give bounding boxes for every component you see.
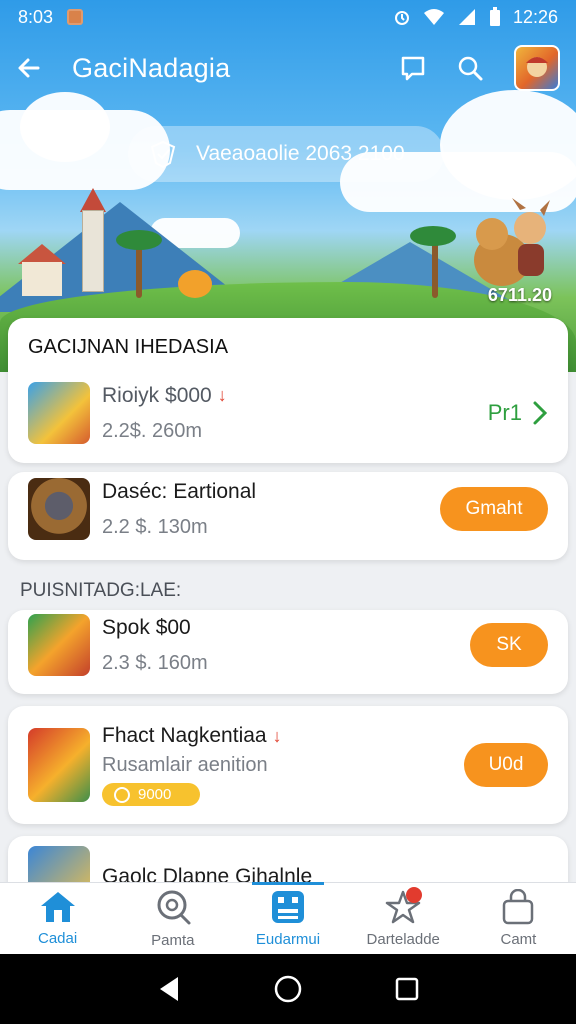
status-time-left: 8:03 xyxy=(18,6,54,27)
mascot-illustration xyxy=(474,198,550,286)
list-item[interactable]: Spok $00 2.3 $. 160m SK xyxy=(28,614,548,676)
status-time-right: 12:26 xyxy=(512,6,558,27)
list-card: Daséc: Eartional 2.2 $. 130m Gmaht xyxy=(8,472,568,560)
nav-item-cart[interactable]: Camt xyxy=(461,883,576,954)
chevron-right-icon xyxy=(533,401,548,425)
nav-label: Camt xyxy=(500,931,537,948)
nav-active-indicator xyxy=(252,882,324,885)
nav-item-favorites[interactable]: Darteladde xyxy=(346,883,461,954)
list-card: Spok $00 2.3 $. 160m SK xyxy=(8,610,568,694)
item-action-button[interactable]: SK xyxy=(470,623,548,667)
nav-label: Cadai xyxy=(38,930,78,947)
avatar[interactable] xyxy=(514,45,560,91)
list-item[interactable]: Fhact Nagkentiaa ↓ Rusamlair aenition 900… xyxy=(28,724,548,806)
notification-badge xyxy=(405,887,422,903)
alarm-icon xyxy=(394,11,409,25)
hero-search-pill[interactable]: Vaeaoaolie 2063 2100 xyxy=(128,126,444,182)
back-triangle-icon[interactable] xyxy=(156,975,182,1003)
hero-tag: 6711.20 xyxy=(487,285,552,305)
game-thumbnail xyxy=(28,614,90,676)
nav-label: Pamta xyxy=(151,932,195,949)
item-name: Fhact Nagkentiaa xyxy=(102,724,267,747)
search-nav-icon xyxy=(157,890,191,925)
recents-square-icon[interactable] xyxy=(394,976,420,1002)
nav-label: Eudarmui xyxy=(255,931,321,948)
app-bar: GaciNadagia xyxy=(0,40,576,96)
signal-icon xyxy=(458,9,475,25)
home-icon xyxy=(40,892,75,922)
app-title: GaciNadagia xyxy=(72,52,231,83)
item-action-button[interactable]: Gmaht xyxy=(440,487,548,531)
item-sub: 2.2$. 260m xyxy=(102,419,203,442)
item-link-label: Pr1 xyxy=(487,400,522,425)
down-arrow-icon: ↓ xyxy=(272,725,282,746)
down-arrow-icon: ↓ xyxy=(217,385,227,405)
item-link[interactable]: Pr1 xyxy=(488,400,548,426)
item-name: Spok $00 xyxy=(102,615,191,639)
coin-badge: 9000 xyxy=(102,783,200,806)
coin-badge-value: 9000 xyxy=(138,786,172,803)
coin-icon xyxy=(114,786,130,803)
status-bar: 8:03 12:26 xyxy=(0,0,576,34)
section-header-featured: GACIJNAN IHEDASIA xyxy=(28,336,229,358)
list-item[interactable]: Daséc: Eartional 2.2 $. 130m Gmaht xyxy=(28,478,548,540)
item-name: Daséc: Eartional xyxy=(102,479,257,503)
item-action-button[interactable]: U0d xyxy=(464,743,548,787)
bottom-navigation: Cadai Pamta Eudarmui Darteladde Camt xyxy=(0,882,576,954)
list-card: Fhact Nagkentiaa ↓ Rusamlair aenition 900… xyxy=(8,706,568,824)
nav-item-home[interactable]: Cadai xyxy=(0,883,115,954)
list-item[interactable]: Rioiyk $000 ↓ 2.2$. 260m Pr1 xyxy=(28,382,548,444)
section-header-secondary: PUISNITADG:LAE: xyxy=(20,580,182,601)
item-sub: 2.3 $. 160m xyxy=(102,651,208,674)
hero-banner: 8:03 12:26 GaciNadagia Vaeaoaolie 2063 2… xyxy=(0,0,576,372)
nav-label: Darteladde xyxy=(366,931,440,948)
shield-icon xyxy=(150,140,176,169)
battery-icon xyxy=(489,7,500,26)
search-icon[interactable] xyxy=(456,54,484,82)
chat-icon[interactable] xyxy=(400,55,426,81)
back-arrow-icon[interactable] xyxy=(16,55,42,81)
home-circle-icon[interactable] xyxy=(273,974,303,1004)
game-thumbnail xyxy=(28,382,90,444)
notification-icon xyxy=(67,9,84,25)
wifi-icon xyxy=(423,9,444,25)
featured-card: GACIJNAN IHEDASIA Rioiyk $000 ↓ 2.2$. 260… xyxy=(8,318,568,463)
avatar-face-icon xyxy=(526,57,548,77)
game-thumbnail xyxy=(28,478,90,540)
item-sub: 2.2 $. 130m xyxy=(102,515,208,538)
bag-icon xyxy=(503,889,534,925)
grid-icon xyxy=(272,891,304,923)
system-navigation-bar xyxy=(0,954,576,1024)
item-sub: Rusamlair aenition xyxy=(102,754,268,776)
hero-search-text: Vaeaoaolie 2063 2100 xyxy=(196,142,405,165)
nav-item-explore[interactable]: Eudarmui xyxy=(230,882,345,954)
nav-item-search[interactable]: Pamta xyxy=(115,883,230,954)
game-thumbnail xyxy=(28,728,90,802)
bird-illustration xyxy=(178,270,212,298)
item-name: Rioiyk $000 xyxy=(102,383,212,407)
